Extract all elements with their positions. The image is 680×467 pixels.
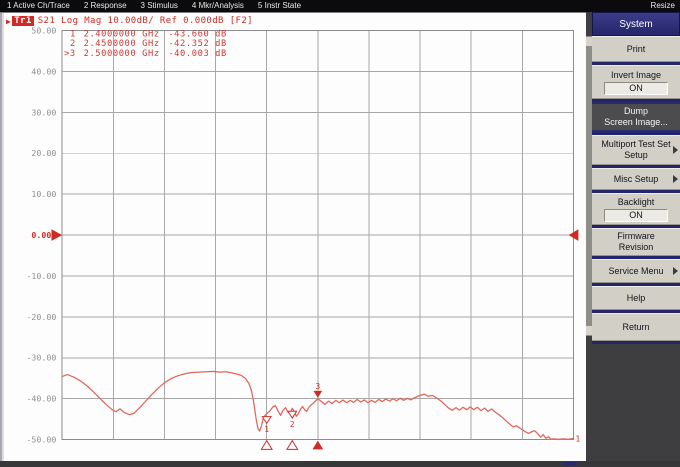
menu-item-4[interactable]: 4 Mkr/Analysis <box>185 0 251 12</box>
marker-table-frequency: 2.4500000 GHz <box>84 39 160 49</box>
softkey-firmware-revision-label: Revision <box>619 242 654 253</box>
instrument-display: 50.0040.0030.0020.0010.000.000-10.00-20.… <box>0 12 586 461</box>
marker-2-stimulus[interactable] <box>287 441 298 450</box>
softkey-backlight[interactable]: BacklightON <box>592 193 680 225</box>
top-menu-bar: 1 Active Ch/Trace2 Response3 Stimulus4 M… <box>0 0 680 12</box>
marker-3-number: 3 <box>315 382 320 391</box>
softkey-dump-screen-image[interactable]: DumpScreen Image... <box>592 102 680 132</box>
softkey-menu-title: System <box>592 12 680 36</box>
softkey-help-label: Help <box>627 293 646 304</box>
y-axis-tick-label: -30.00 <box>26 353 56 363</box>
softkey-dump-screen-image-label: Dump <box>624 106 648 117</box>
menu-item-3[interactable]: 3 Stimulus <box>134 0 185 12</box>
active-trace-arrow-icon: ▶ <box>6 17 11 26</box>
marker-table-number: 1 <box>70 29 76 39</box>
softkey-dump-screen-image-label: Screen Image... <box>604 117 668 128</box>
softkey-return[interactable]: Return <box>592 313 680 341</box>
menu-items: 1 Active Ch/Trace2 Response3 Stimulus4 M… <box>0 0 308 12</box>
softkey-service-menu-label: Service Menu <box>608 266 663 277</box>
softkey-buttons: PrintInvert ImageONDumpScreen Image...Mu… <box>592 36 680 344</box>
softkey-firmware-revision[interactable]: FirmwareRevision <box>592 228 680 256</box>
marker-table-frequency: 2.4000000 GHz <box>84 29 160 39</box>
y-axis-tick-label: -20.00 <box>26 312 56 322</box>
menu-item-1[interactable]: 1 Active Ch/Trace <box>0 0 77 12</box>
marker-table-number: 2 <box>70 39 76 49</box>
submenu-arrow-icon <box>673 175 678 183</box>
trace-end-number: 1 <box>575 434 580 443</box>
softkey-multiport-test-set-setup-label: Setup <box>624 150 648 161</box>
softkey-multiport-test-set-setup-label: Multiport Test Set <box>601 139 670 150</box>
trace-format-text: S21 Log Mag 10.00dB/ Ref 0.000dB [F2] <box>38 16 253 26</box>
softkey-print[interactable]: Print <box>592 36 680 62</box>
y-axis-tick-label: 30.00 <box>31 107 56 117</box>
y-axis-tick-label: -40.00 <box>26 394 56 404</box>
trace-info-bar: ▶ Tr1 S21 Log Mag 10.00dB/ Ref 0.000dB [… <box>6 16 253 26</box>
softkey-backlight-label: Backlight <box>618 197 655 208</box>
ref-level-marker-left[interactable] <box>51 229 62 241</box>
marker-2-number: 2 <box>290 420 295 429</box>
softkey-invert-image[interactable]: Invert ImageON <box>592 65 680 99</box>
softkey-invert-image-label: Invert Image <box>611 70 661 81</box>
submenu-arrow-icon <box>673 146 678 154</box>
y-axis-tick-label: 20.00 <box>31 148 56 158</box>
marker-table-number: >3 <box>64 49 76 59</box>
y-axis-tick-label: 10.00 <box>31 189 56 199</box>
softkey-multiport-test-set-setup[interactable]: Multiport Test SetSetup <box>592 135 680 165</box>
y-axis-tick-label: -50.00 <box>26 435 56 445</box>
marker-1-stimulus[interactable] <box>261 441 272 450</box>
marker-table-value: -43.660 dB <box>168 29 227 39</box>
marker-table-value: -42.352 dB <box>168 39 227 49</box>
softkey-misc-setup-label: Misc Setup <box>614 174 659 185</box>
menu-item-2[interactable]: 2 Response <box>77 0 134 12</box>
submenu-arrow-icon <box>673 267 678 275</box>
softkey-return-label: Return <box>622 322 649 333</box>
y-axis-tick-label: 50.00 <box>31 25 56 35</box>
resize-button[interactable]: Resize <box>646 0 680 12</box>
softkey-invert-image-state: ON <box>604 82 668 95</box>
softkey-separator <box>592 341 680 344</box>
marker-1-number: 1 <box>264 425 269 434</box>
marker-table-frequency: 2.5000000 GHz <box>84 49 160 59</box>
marker-table-value: -40.003 dB <box>168 49 227 59</box>
softkey-print-label: Print <box>627 44 646 55</box>
softkey-backlight-state: ON <box>604 209 668 222</box>
s21-graph: 50.0040.0030.0020.0010.000.000-10.00-20.… <box>0 13 586 462</box>
marker-1-symbol[interactable] <box>262 417 271 424</box>
softkey-service-menu[interactable]: Service Menu <box>592 259 680 283</box>
softkey-misc-setup[interactable]: Misc Setup <box>592 168 680 190</box>
marker-3-stimulus[interactable] <box>312 441 323 450</box>
softkey-firmware-revision-label: Firmware <box>617 231 655 242</box>
menu-item-5[interactable]: 5 Instr State <box>251 0 308 12</box>
bottom-status-bar <box>0 461 680 467</box>
marker-3-symbol[interactable] <box>313 391 322 398</box>
softkey-panel: System PrintInvert ImageONDumpScreen Ima… <box>586 12 680 461</box>
y-axis-tick-label: -10.00 <box>26 271 56 281</box>
softkey-help[interactable]: Help <box>592 286 680 310</box>
y-axis-tick-label: 40.00 <box>31 66 56 76</box>
trace-number-badge[interactable]: Tr1 <box>12 16 33 26</box>
bottom-bar-chip <box>563 462 577 466</box>
